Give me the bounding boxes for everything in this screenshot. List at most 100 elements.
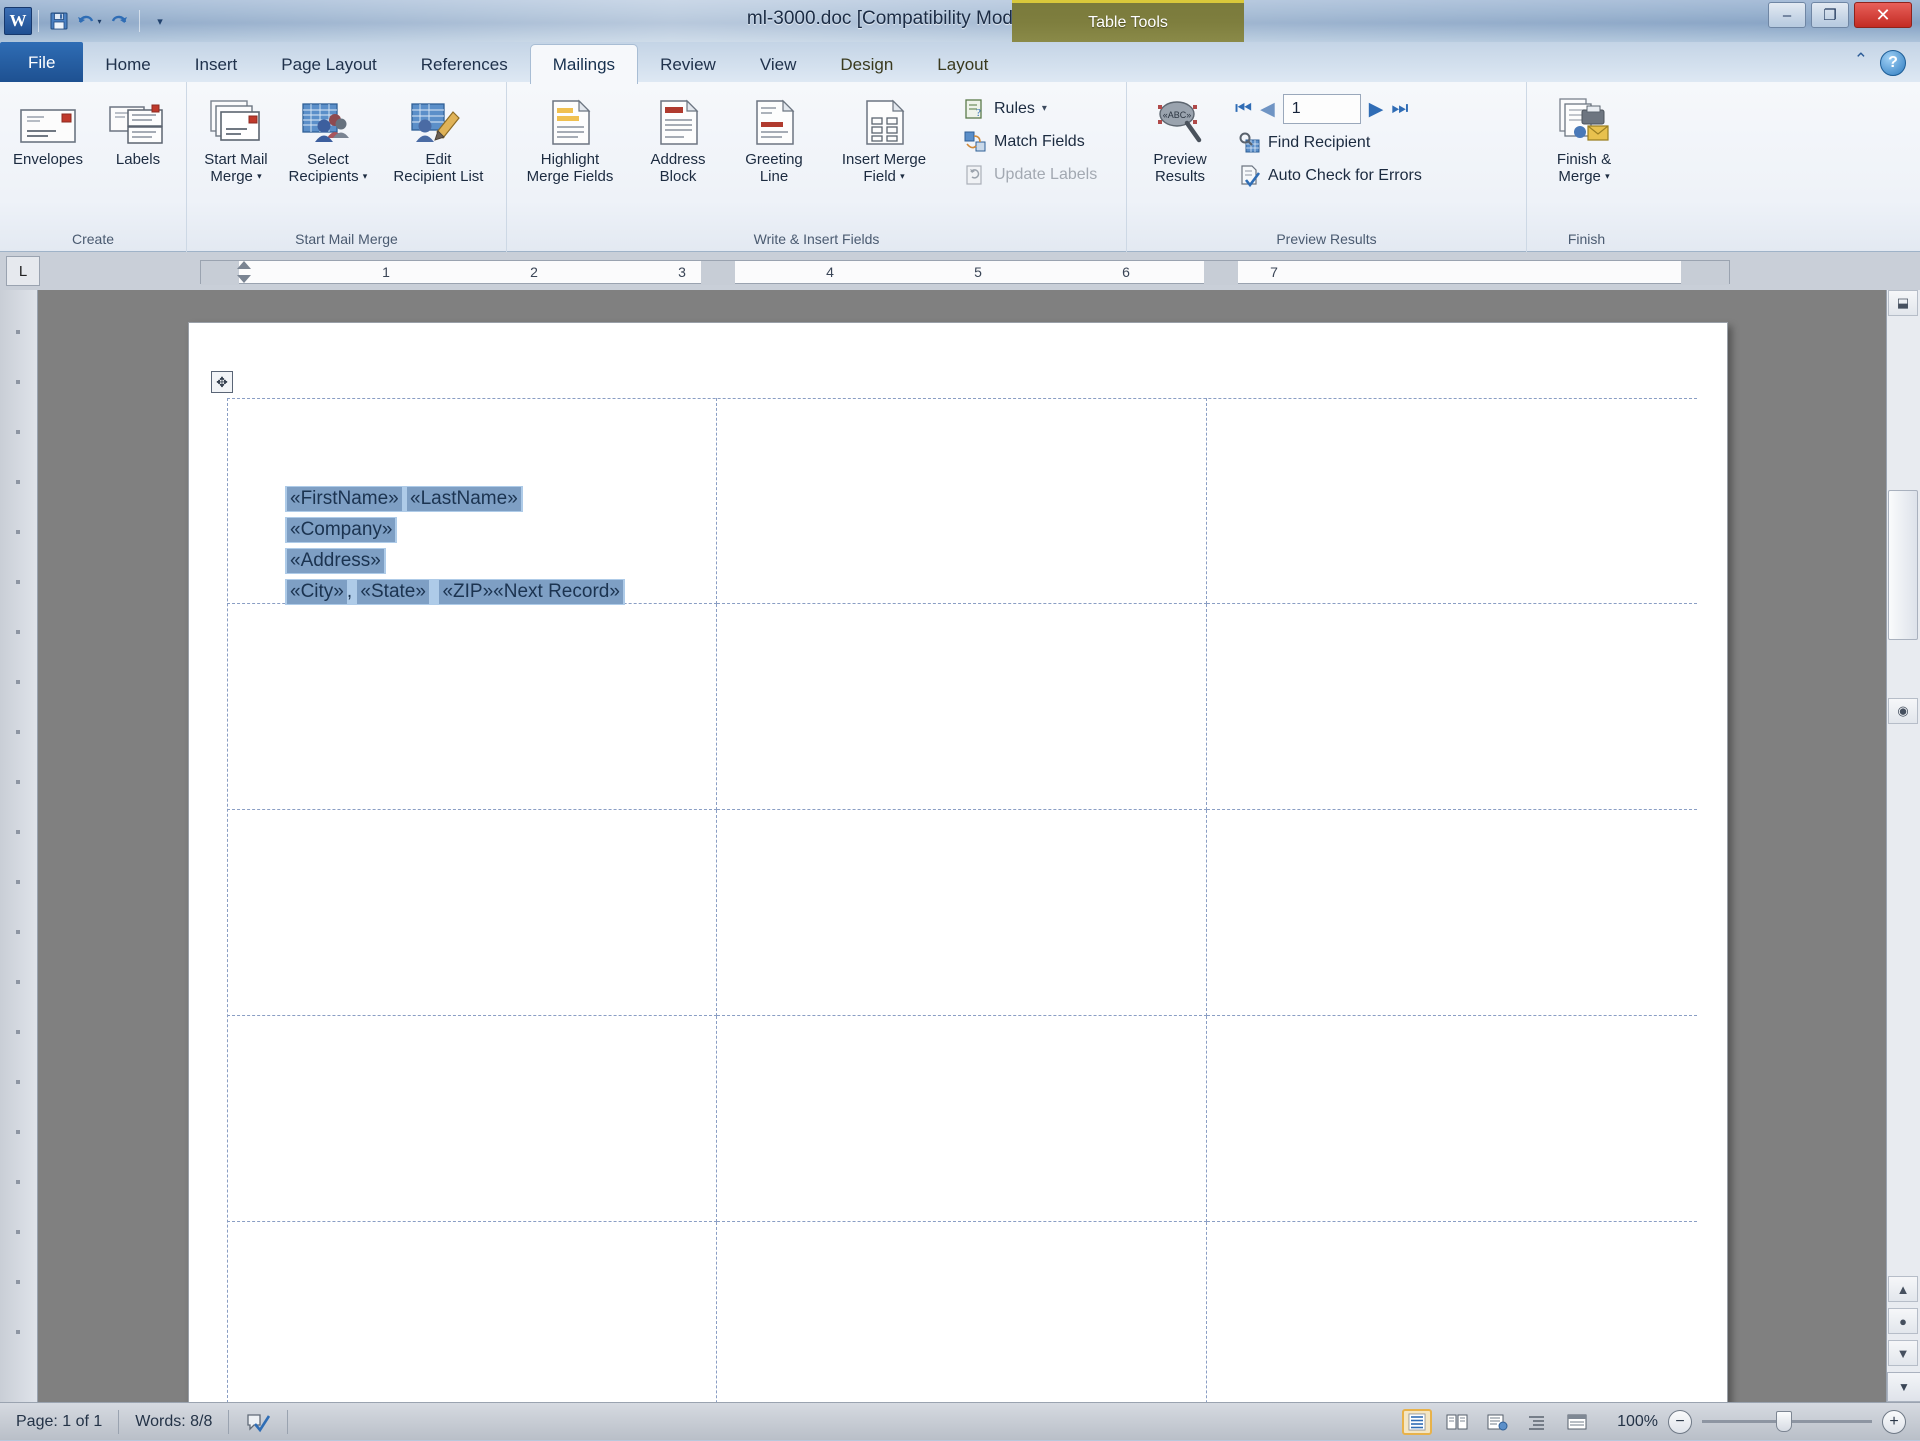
preview-results-button[interactable]: «ABC» Preview Results bbox=[1131, 90, 1229, 190]
auto-check-errors-button[interactable]: Auto Check for Errors bbox=[1231, 159, 1428, 192]
start-mail-merge-button[interactable]: Start Mail Merge ▾ bbox=[191, 90, 281, 190]
vertical-scrollbar[interactable]: ⬓ ◉ ▲ ● ▼ ▼ bbox=[1886, 290, 1920, 1402]
horizontal-ruler[interactable]: 1 2 3 4 5 6 7 bbox=[200, 260, 1730, 285]
hanging-indent-marker[interactable] bbox=[237, 275, 251, 283]
insert-merge-field-button[interactable]: Insert Merge Field ▾ bbox=[823, 90, 945, 190]
select-recipients-button[interactable]: Select Recipients ▾ bbox=[283, 90, 373, 190]
chevron-down-icon[interactable]: ▾ bbox=[363, 171, 368, 181]
close-button[interactable]: ✕ bbox=[1854, 2, 1912, 28]
web-layout-icon[interactable] bbox=[1482, 1409, 1512, 1435]
document-page[interactable]: ✥ «FirstName» «LastName» «Company» «Addr… bbox=[188, 322, 1728, 1428]
record-navigation[interactable]: ⏮ ◀ 1 ▶ ⏭ bbox=[1231, 92, 1428, 126]
minimize-ribbon-icon[interactable]: ⌃ bbox=[1854, 50, 1868, 76]
tab-design[interactable]: Design bbox=[818, 46, 915, 84]
update-labels-button[interactable]: Update Labels bbox=[957, 158, 1103, 191]
maximize-button[interactable]: ❐ bbox=[1811, 2, 1849, 28]
tab-home[interactable]: Home bbox=[83, 46, 172, 84]
edit-recipient-list-button[interactable]: Edit Recipient List bbox=[375, 90, 502, 190]
select-browse-object-icon[interactable]: ◉ bbox=[1888, 698, 1918, 724]
merge-field-zip-next-record[interactable]: «ZIP»«Next Record» bbox=[439, 580, 623, 604]
zoom-in-button[interactable]: + bbox=[1882, 1409, 1906, 1434]
tab-file[interactable]: File bbox=[0, 42, 84, 84]
last-record-icon[interactable]: ⏭ bbox=[1391, 98, 1408, 120]
label-cell[interactable] bbox=[227, 810, 717, 1016]
label-cell[interactable] bbox=[1207, 1222, 1697, 1428]
tab-mailings[interactable]: Mailings bbox=[529, 44, 639, 84]
merge-field-lastname[interactable]: «LastName» bbox=[407, 487, 521, 511]
draft-icon[interactable] bbox=[1562, 1409, 1592, 1435]
merge-field-address[interactable]: «Address» bbox=[287, 549, 384, 573]
merge-field-line[interactable]: «FirstName» «LastName» bbox=[285, 486, 705, 512]
first-line-indent-marker[interactable] bbox=[237, 261, 251, 269]
scrollbar-thumb[interactable] bbox=[1888, 490, 1918, 640]
next-record-icon[interactable]: ▶ bbox=[1369, 98, 1384, 121]
zoom-out-button[interactable]: − bbox=[1668, 1409, 1692, 1434]
window-controls[interactable]: – ❐ ✕ bbox=[1768, 2, 1912, 28]
label-cell[interactable] bbox=[227, 1222, 717, 1428]
quick-access-toolbar[interactable]: W ▾ ▾ bbox=[0, 7, 174, 35]
merge-field-line[interactable]: «Company» bbox=[285, 517, 705, 543]
scroll-down-button[interactable]: ▼ bbox=[1887, 1372, 1920, 1402]
save-icon[interactable] bbox=[45, 8, 73, 34]
label-cell[interactable] bbox=[717, 398, 1207, 604]
previous-record-icon[interactable]: ◀ bbox=[1260, 98, 1275, 121]
zoom-value[interactable]: 100% bbox=[1602, 1413, 1658, 1431]
outline-icon[interactable] bbox=[1522, 1409, 1552, 1435]
label-cell[interactable] bbox=[717, 810, 1207, 1016]
first-record-icon[interactable]: ⏮ bbox=[1235, 98, 1252, 120]
merge-field-city[interactable]: «City» bbox=[287, 580, 347, 604]
greeting-line-button[interactable]: Greeting Line bbox=[727, 90, 821, 190]
chevron-down-icon[interactable]: ▾ bbox=[146, 8, 174, 34]
tab-references[interactable]: References bbox=[399, 46, 530, 84]
label-cell[interactable] bbox=[717, 604, 1207, 810]
merge-field-company[interactable]: «Company» bbox=[287, 518, 396, 542]
label-cell[interactable] bbox=[717, 1222, 1207, 1428]
ribbon-help-controls[interactable]: ⌃ ? bbox=[1854, 50, 1906, 76]
redo-icon[interactable] bbox=[105, 8, 133, 34]
minimize-button[interactable]: – bbox=[1768, 2, 1806, 28]
label-cell[interactable] bbox=[227, 604, 717, 810]
tab-view[interactable]: View bbox=[738, 46, 819, 84]
status-page[interactable]: Page: 1 of 1 bbox=[0, 1403, 118, 1441]
undo-dropdown-icon[interactable]: ▾ bbox=[97, 17, 101, 26]
chevron-down-icon[interactable]: ▾ bbox=[1605, 171, 1610, 181]
proofing-errors-icon[interactable] bbox=[229, 1403, 287, 1441]
chevron-down-icon[interactable]: ▾ bbox=[900, 171, 905, 181]
finish-and-merge-button[interactable]: Finish & Merge ▾ bbox=[1531, 90, 1637, 190]
tab-layout[interactable]: Layout bbox=[915, 46, 1010, 84]
envelopes-button[interactable]: Envelopes bbox=[4, 90, 92, 173]
merge-field-line[interactable]: «Address» bbox=[285, 548, 705, 574]
print-layout-icon[interactable] bbox=[1402, 1408, 1432, 1435]
labels-table[interactable]: «FirstName» «LastName» «Company» «Addres… bbox=[227, 398, 1697, 1428]
match-fields-button[interactable]: Match Fields bbox=[957, 125, 1103, 158]
label-cell[interactable] bbox=[1207, 810, 1697, 1016]
merge-fields-block[interactable]: «FirstName» «LastName» «Company» «Addres… bbox=[285, 486, 705, 610]
label-cell[interactable] bbox=[1207, 604, 1697, 810]
tab-review[interactable]: Review bbox=[638, 46, 738, 84]
full-screen-reading-icon[interactable] bbox=[1442, 1409, 1472, 1435]
merge-field-firstname[interactable]: «FirstName» bbox=[287, 487, 402, 511]
merge-field-line[interactable]: «City», «State» «ZIP»«Next Record» bbox=[285, 579, 705, 605]
scrollbar-split-handle[interactable]: ⬓ bbox=[1888, 290, 1918, 316]
zoom-slider[interactable] bbox=[1702, 1411, 1872, 1432]
label-cell[interactable] bbox=[1207, 1016, 1697, 1222]
chevron-down-icon[interactable]: ▾ bbox=[257, 171, 262, 181]
merge-field-state[interactable]: «State» bbox=[357, 580, 429, 604]
label-cell[interactable] bbox=[227, 1016, 717, 1222]
address-block-button[interactable]: Address Block bbox=[631, 90, 725, 190]
left-tab-stop-icon[interactable]: L bbox=[6, 256, 40, 286]
undo-icon[interactable]: ▾ bbox=[75, 8, 103, 34]
next-page-button[interactable]: ▼ bbox=[1888, 1340, 1918, 1366]
zoom-slider-thumb[interactable] bbox=[1776, 1411, 1792, 1432]
labels-button[interactable]: Labels bbox=[94, 90, 182, 173]
rules-button[interactable]: ? Rules ▾ bbox=[957, 92, 1103, 125]
status-words[interactable]: Words: 8/8 bbox=[119, 1403, 228, 1441]
chevron-down-icon[interactable]: ▾ bbox=[1042, 103, 1047, 114]
tab-page-layout[interactable]: Page Layout bbox=[259, 46, 398, 84]
tab-insert[interactable]: Insert bbox=[173, 46, 260, 84]
label-cell[interactable] bbox=[717, 1016, 1207, 1222]
browse-object-button[interactable]: ● bbox=[1888, 1308, 1918, 1334]
label-cell[interactable] bbox=[1207, 398, 1697, 604]
help-icon[interactable]: ? bbox=[1880, 50, 1906, 76]
highlight-merge-fields-button[interactable]: Highlight Merge Fields bbox=[511, 90, 629, 190]
